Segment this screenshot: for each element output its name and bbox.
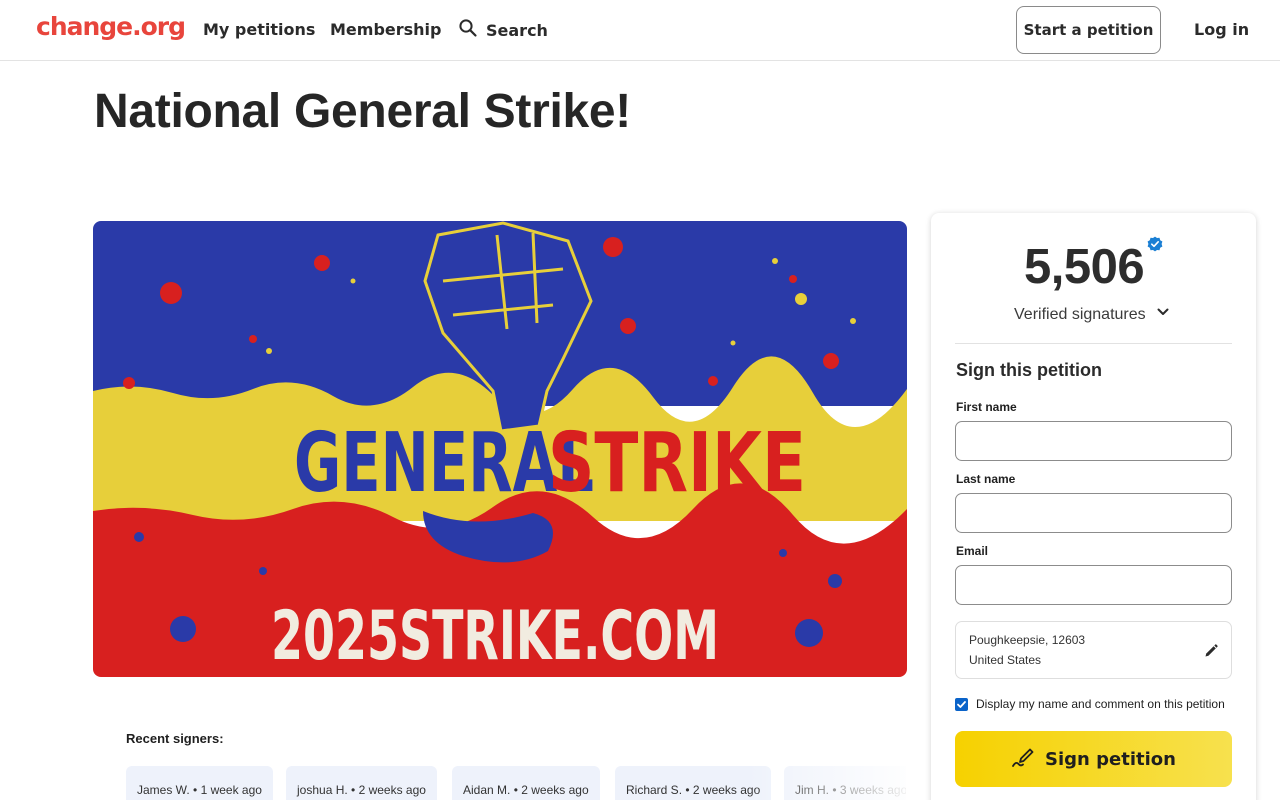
top-nav: change.org My petitions Membership Searc… [0, 0, 1280, 61]
signer-name: James W. [137, 783, 190, 797]
nav-search[interactable]: Search [458, 18, 548, 42]
poster-headline-right: STRIKE [548, 416, 806, 511]
email-label: Email [956, 544, 989, 558]
location-box[interactable]: Poughkeepsie, 12603 United States [955, 621, 1232, 679]
last-name-field[interactable] [955, 493, 1232, 533]
signer-chip: James W. • 1 week ago [126, 766, 273, 800]
signer-time: 1 week ago [200, 783, 262, 797]
signer-name: joshua H. [297, 783, 348, 797]
signer-chip: Aidan M. • 2 weeks ago [452, 766, 600, 800]
signer-chip: joshua H. • 2 weeks ago [286, 766, 437, 800]
signer-time: 2 weeks ago [692, 783, 761, 797]
verified-signatures-label: Verified signatures [1014, 305, 1146, 323]
general-strike-poster: GENERAL STRIKE 2025STRIKE.COM [93, 221, 907, 677]
petition-title: National General Strike! [94, 85, 631, 138]
signer-time: 2 weeks ago [521, 783, 589, 797]
chevron-down-icon [1156, 305, 1170, 324]
consent-checkbox[interactable] [955, 697, 968, 711]
nav-search-label: Search [486, 20, 548, 40]
display-name-consent[interactable]: Display my name and comment on this peti… [955, 697, 1225, 711]
signer-name: Richard S. [626, 783, 683, 797]
signer-chip: Richard S. • 2 weeks ago [615, 766, 772, 800]
nav-membership[interactable]: Membership [330, 20, 442, 39]
signer-chip: Jim H. • 3 weeks ago [784, 766, 906, 800]
sign-petition-label: Sign petition [1045, 748, 1176, 770]
pencil-edit-icon[interactable] [1203, 643, 1219, 659]
signer-time: 3 weeks ago [839, 783, 906, 797]
consent-label: Display my name and comment on this peti… [976, 697, 1225, 711]
poster-website: 2025STRIKE.COM [271, 597, 719, 676]
login-link[interactable]: Log in [1194, 20, 1249, 39]
location-country: United States [969, 653, 1042, 667]
last-name-label: Last name [956, 472, 1016, 486]
sign-heading: Sign this petition [956, 360, 1102, 380]
recent-signers-list: James W. • 1 week ago joshua H. • 2 week… [126, 766, 906, 800]
nav-my-petitions[interactable]: My petitions [203, 20, 315, 39]
signature-count: 5,506 [1024, 240, 1145, 294]
signer-time: 2 weeks ago [358, 783, 426, 797]
email-field[interactable] [955, 565, 1232, 605]
start-petition-button[interactable]: Start a petition [1016, 6, 1161, 54]
signer-name: Jim H. [795, 783, 829, 797]
change-org-logo[interactable]: change.org [36, 12, 186, 41]
location-city: Poughkeepsie, 12603 [969, 633, 1086, 647]
recent-signers-label: Recent signers: [126, 731, 224, 746]
search-icon [458, 18, 478, 42]
petition-image: GENERAL STRIKE 2025STRIKE.COM [93, 221, 907, 677]
signer-name: Aidan M. [463, 783, 511, 797]
first-name-label: First name [956, 400, 1017, 414]
verified-badge-icon [1147, 236, 1163, 252]
pen-signature-icon [1011, 744, 1037, 775]
card-divider [955, 343, 1232, 344]
sign-petition-button[interactable]: Sign petition [955, 731, 1232, 787]
verified-signatures-toggle[interactable]: Verified signatures [1014, 305, 1170, 324]
first-name-field[interactable] [955, 421, 1232, 461]
